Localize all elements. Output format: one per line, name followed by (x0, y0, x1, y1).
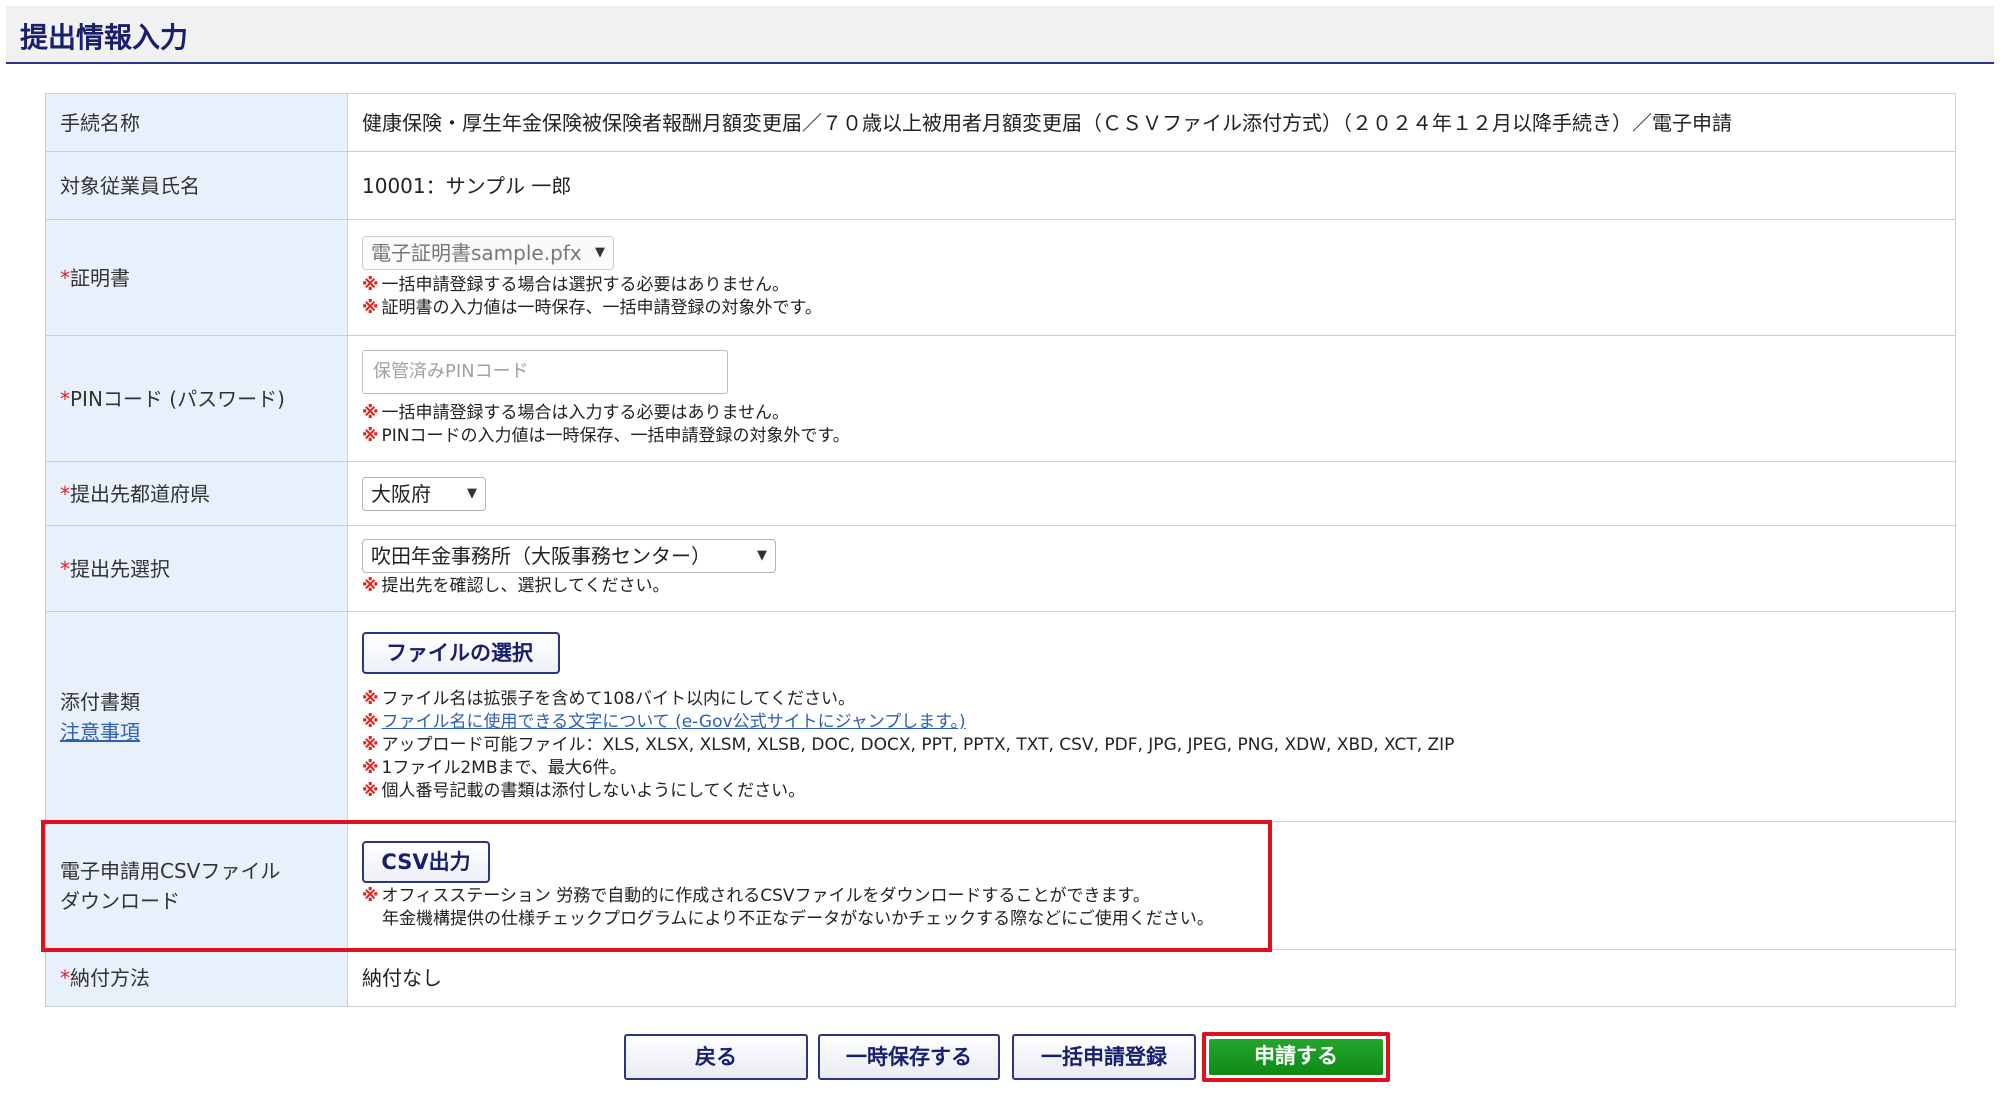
certificate-select[interactable]: 電子証明書sample.pfx ▼ (362, 235, 614, 270)
csv-output-button[interactable]: CSV出力 (362, 840, 490, 883)
required-mark: * (60, 386, 70, 411)
row-certificate: *証明書 電子証明書sample.pfx ▼ ※ 一括申請登録する場合は選択する必… (45, 219, 1956, 336)
certificate-label: *証明書 (45, 219, 348, 336)
required-mark: * (60, 556, 70, 581)
chevron-down-icon: ▼ (595, 244, 605, 260)
row-prefecture: *提出先都道府県 大阪府 ▼ (45, 461, 1956, 526)
row-csv: 電子申請用CSVファイル ダウンロード CSV出力 ※ オフィスステーション 労務… (45, 821, 1956, 950)
note-mark-icon: ※ (362, 402, 379, 423)
certificate-label-text: 証明書 (70, 265, 130, 290)
note-mark-icon: ※ (362, 297, 379, 318)
attachments-notice-link[interactable]: 注意事項 (60, 717, 333, 747)
page-header: 提出情報入力 (6, 6, 1994, 64)
pin-input[interactable] (362, 349, 728, 394)
destination-cell: 吹田年金事務所（大阪事務センター） ▼ ※ 提出先を確認し、選択してください。 (347, 525, 1956, 612)
note-mark-icon: ※ (362, 425, 379, 446)
chevron-down-icon: ▼ (757, 548, 767, 563)
submit-button-highlight[interactable]: 申請する (1202, 1032, 1390, 1082)
destination-label: *提出先選択 (45, 525, 348, 612)
csv-note-2: 年金機構提供の仕様チェックプログラムにより不正なデータがないかチェックする際など… (382, 908, 1214, 929)
csv-cell: CSV出力 ※ オフィスステーション 労務で自動的に作成されるCSVファイルをダウ… (347, 821, 1956, 950)
certificate-note-1: ※ 一括申請登録する場合は選択する必要はありません。 (362, 274, 790, 295)
required-mark: * (60, 265, 70, 290)
attachments-note-2: ※ ファイル名に使用できる文字について (e-Gov公式サイトにジャンプします。) (362, 711, 1941, 734)
procedure-label: 手続名称 (45, 93, 348, 152)
chevron-down-icon: ▼ (467, 485, 477, 501)
bulk-register-button[interactable]: 一括申請登録 (1012, 1034, 1196, 1080)
attachments-note-3: ※ アップロード可能ファイル：XLS, XLSX, XLSM, XLSB, DOC… (362, 735, 1455, 755)
temporary-save-button[interactable]: 一時保存する (818, 1034, 1000, 1080)
pin-note-1: ※ 一括申請登録する場合は入力する必要はありません。 (362, 402, 790, 423)
note-mark-icon: ※ (362, 712, 379, 732)
file-select-button[interactable]: ファイルの選択 (362, 632, 560, 674)
destination-label-text: 提出先選択 (70, 556, 170, 581)
filename-chars-link[interactable]: ファイル名に使用できる文字について (e-Gov公式サイトにジャンプします。) (382, 712, 966, 732)
attachments-note-1: ※ ファイル名は拡張子を含めて108バイト以内にしてください。 (362, 689, 855, 709)
attachments-label: 添付書類 (60, 689, 140, 714)
pin-cell: ※ 一括申請登録する場合は入力する必要はありません。 ※ PINコードの入力値は一時… (347, 335, 1956, 462)
payment-label-text: 納付方法 (70, 966, 150, 990)
csv-label-line1: 電子申請用CSVファイル (60, 858, 281, 883)
row-payment: *納付方法 納付なし (45, 949, 1956, 1007)
attachments-cell: ファイルの選択 ※ ファイル名は拡張子を含めて108バイト以内にしてください。 ※… (347, 611, 1956, 822)
destination-select[interactable]: 吹田年金事務所（大阪事務センター） ▼ (362, 539, 776, 573)
pin-label-text: PINコード (パスワード) (70, 386, 285, 411)
row-attachments: 添付書類 注意事項 ファイルの選択 ※ ファイル名は拡張子を含めて108バイト以内… (45, 611, 1956, 822)
pin-label: *PINコード (パスワード) (45, 335, 348, 462)
certificate-select-value: 電子証明書sample.pfx (371, 240, 582, 265)
employee-value: 10001：サンプル 一郎 (347, 151, 1956, 220)
note-mark-icon: ※ (362, 735, 379, 755)
note-mark-icon: ※ (362, 576, 379, 596)
prefecture-label: *提出先都道府県 (45, 461, 348, 526)
prefecture-select[interactable]: 大阪府 ▼ (362, 476, 486, 511)
submission-form: 手続名称 健康保険・厚生年金保険被保険者報酬月額変更届／７０歳以上被用者月額変更… (45, 93, 1956, 1007)
attachments-note-4: ※ 1ファイル2MBまで、最大6件。 (362, 758, 627, 778)
row-employee: 対象従業員氏名 10001：サンプル 一郎 (45, 151, 1956, 220)
prefecture-select-value: 大阪府 (371, 481, 431, 506)
csv-note-1: ※ オフィスステーション 労務で自動的に作成されるCSVファイルをダウンロードする… (362, 885, 1150, 906)
destination-note-1: ※ 提出先を確認し、選択してください。 (362, 576, 670, 596)
page-title: 提出情報入力 (20, 21, 189, 54)
certificate-cell: 電子証明書sample.pfx ▼ ※ 一括申請登録する場合は選択する必要はありま… (347, 219, 1956, 336)
note-mark-icon: ※ (362, 885, 379, 906)
row-destination: *提出先選択 吹田年金事務所（大阪事務センター） ▼ ※ 提出先を確認し、選択して… (45, 525, 1956, 612)
row-pin: *PINコード (パスワード) ※ 一括申請登録する場合は入力する必要はありません… (45, 335, 1956, 462)
required-mark: * (60, 481, 70, 506)
back-button[interactable]: 戻る (624, 1034, 808, 1080)
payment-value: 納付なし (347, 949, 1956, 1007)
payment-label: *納付方法 (45, 949, 348, 1007)
required-mark: * (60, 966, 70, 990)
csv-label-line2: ダウンロード (60, 888, 180, 913)
prefecture-label-text: 提出先都道府県 (70, 481, 210, 506)
row-procedure: 手続名称 健康保険・厚生年金保険被保険者報酬月額変更届／７０歳以上被用者月額変更… (45, 93, 1956, 152)
pin-note-2: ※ PINコードの入力値は一時保存、一括申請登録の対象外です。 (362, 425, 850, 446)
csv-label-cell: 電子申請用CSVファイル ダウンロード (45, 821, 348, 950)
prefecture-cell: 大阪府 ▼ (347, 461, 1956, 526)
submit-button[interactable]: 申請する (1209, 1039, 1383, 1075)
certificate-note-2: ※ 証明書の入力値は一時保存、一括申請登録の対象外です。 (362, 297, 822, 318)
action-bar: 戻る 一時保存する 一括申請登録 申請する (0, 1032, 2000, 1082)
note-mark-icon: ※ (362, 758, 379, 778)
attachments-label-cell: 添付書類 注意事項 (45, 611, 348, 822)
employee-label: 対象従業員氏名 (45, 151, 348, 220)
note-mark-icon: ※ (362, 274, 379, 295)
procedure-value: 健康保険・厚生年金保険被保険者報酬月額変更届／７０歳以上被用者月額変更届（ＣＳＶ… (347, 93, 1956, 152)
attachments-note-5: ※ 個人番号記載の書類は添付しないようにしてください。 (362, 781, 806, 801)
destination-select-value: 吹田年金事務所（大阪事務センター） (371, 544, 711, 568)
note-mark-icon: ※ (362, 781, 379, 801)
note-mark-icon: ※ (362, 689, 379, 709)
